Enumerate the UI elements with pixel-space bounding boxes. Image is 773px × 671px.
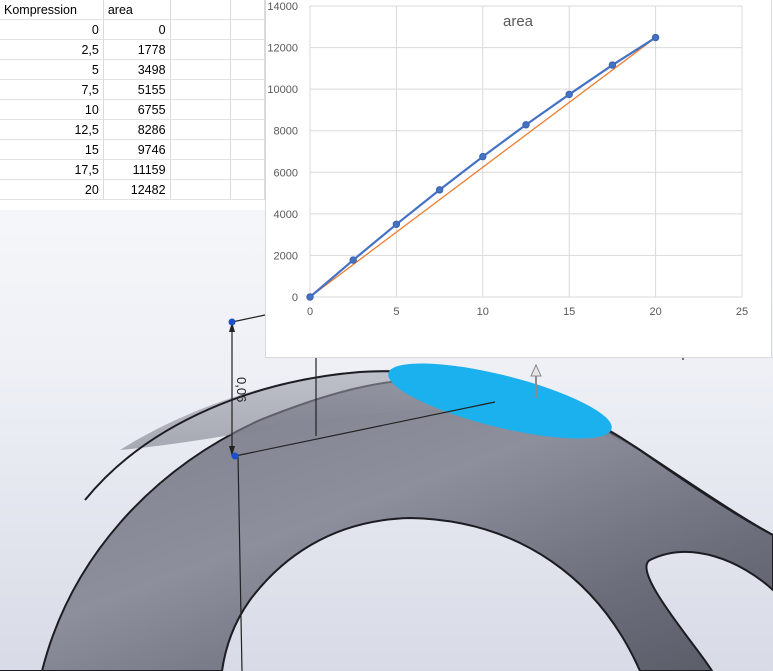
cell-area[interactable]: 12482 xyxy=(103,179,171,200)
y-tick-label: 0 xyxy=(292,292,298,304)
x-tick-label: 10 xyxy=(477,306,489,318)
data-point xyxy=(392,220,401,228)
spreadsheet-fragment: Kompression area 0 0 2,5 1778 5 3498 7,5… xyxy=(0,0,265,210)
empty-cell[interactable] xyxy=(170,179,231,200)
dimension-label[interactable]: 0,06 xyxy=(234,377,249,402)
table-row: 2,5 1778 xyxy=(0,39,265,60)
data-point xyxy=(479,152,487,161)
y-tick-label: 2000 xyxy=(274,250,298,262)
data-table: Kompression area 0 0 2,5 1778 5 3498 7,5… xyxy=(0,0,265,200)
y-tick-label: 12000 xyxy=(267,43,298,55)
table-header-row: Kompression area xyxy=(0,0,265,20)
empty-cell[interactable] xyxy=(170,99,231,120)
table-row: 15 9746 xyxy=(0,139,265,160)
empty-cell[interactable] xyxy=(170,59,231,80)
cell-kompression[interactable]: 20 xyxy=(0,179,104,200)
empty-cell[interactable] xyxy=(230,119,265,140)
cell-area[interactable]: 0 xyxy=(103,19,171,40)
x-tick-label: 0 xyxy=(307,306,313,318)
empty-cell[interactable] xyxy=(170,119,231,140)
header-cell-area[interactable]: area xyxy=(103,0,171,20)
empty-cell[interactable] xyxy=(230,99,265,120)
table-row: 12,5 8286 xyxy=(0,119,265,140)
empty-cell[interactable] xyxy=(170,19,231,40)
sketch-point-top[interactable] xyxy=(228,318,236,326)
data-point xyxy=(651,33,660,42)
sketch-point-bottom[interactable] xyxy=(231,452,239,460)
table-row: 10 6755 xyxy=(0,99,265,120)
y-tick-label: 10000 xyxy=(267,84,298,96)
header-cell-kompression[interactable]: Kompression xyxy=(0,0,104,20)
empty-cell[interactable] xyxy=(170,139,231,160)
table-row: 20 12482 xyxy=(0,179,265,200)
empty-cell[interactable] xyxy=(170,39,231,60)
cell-area[interactable]: 1778 xyxy=(103,39,171,60)
cell-kompression[interactable]: 15 xyxy=(0,139,104,160)
data-point xyxy=(608,61,617,69)
x-tick-label: 25 xyxy=(736,306,748,318)
table-row: 0 0 xyxy=(0,19,265,40)
empty-cell[interactable] xyxy=(230,159,265,180)
cell-kompression[interactable]: 2,5 xyxy=(0,39,104,60)
cell-kompression[interactable]: 17,5 xyxy=(0,159,104,180)
cell-kompression[interactable]: 7,5 xyxy=(0,79,104,100)
x-tick-label: 15 xyxy=(563,306,575,318)
cell-area[interactable]: 8286 xyxy=(103,119,171,140)
empty-cell[interactable] xyxy=(170,79,231,100)
cell-area[interactable]: 6755 xyxy=(103,99,171,120)
empty-cell[interactable] xyxy=(230,19,265,40)
empty-cell[interactable] xyxy=(170,0,231,20)
y-tick-label: 14000 xyxy=(267,1,298,13)
data-point xyxy=(306,293,314,301)
cell-kompression[interactable]: 5 xyxy=(0,59,104,80)
table-row: 5 3498 xyxy=(0,59,265,80)
data-point xyxy=(349,256,357,264)
data-point xyxy=(565,90,573,99)
y-tick-label: 4000 xyxy=(274,209,298,221)
chart-title[interactable]: area xyxy=(503,13,534,30)
table-row: 17,5 11159 xyxy=(0,159,265,180)
cell-kompression[interactable]: 12,5 xyxy=(0,119,104,140)
area-chart[interactable]: 0 2000 4000 6000 8000 10000 12000 14000 0 5 10 15 2… xyxy=(265,0,772,358)
empty-cell[interactable] xyxy=(230,79,265,100)
table-row: 7,5 5155 xyxy=(0,79,265,100)
cell-kompression[interactable]: 0 xyxy=(0,19,104,40)
cell-area[interactable]: 11159 xyxy=(103,159,171,180)
cell-area[interactable]: 3498 xyxy=(103,59,171,80)
data-point xyxy=(435,186,444,194)
data-point xyxy=(522,121,530,129)
chart-gridlines xyxy=(309,5,743,298)
cell-area[interactable]: 9746 xyxy=(103,139,171,160)
empty-cell[interactable] xyxy=(230,179,265,200)
y-tick-label: 6000 xyxy=(274,167,298,179)
cell-kompression[interactable]: 10 xyxy=(0,99,104,120)
empty-cell[interactable] xyxy=(230,39,265,60)
y-axis-tick-labels: 0 2000 4000 6000 8000 10000 12000 14000 xyxy=(267,1,298,304)
x-tick-label: 20 xyxy=(649,306,661,318)
empty-cell[interactable] xyxy=(230,59,265,80)
empty-cell[interactable] xyxy=(230,139,265,160)
y-tick-label: 8000 xyxy=(274,126,298,138)
x-axis-tick-labels: 0 5 10 15 20 25 xyxy=(307,306,748,318)
empty-cell[interactable] xyxy=(170,159,231,180)
x-tick-label: 5 xyxy=(393,306,399,318)
empty-cell[interactable] xyxy=(230,0,265,20)
cell-area[interactable]: 5155 xyxy=(103,79,171,100)
